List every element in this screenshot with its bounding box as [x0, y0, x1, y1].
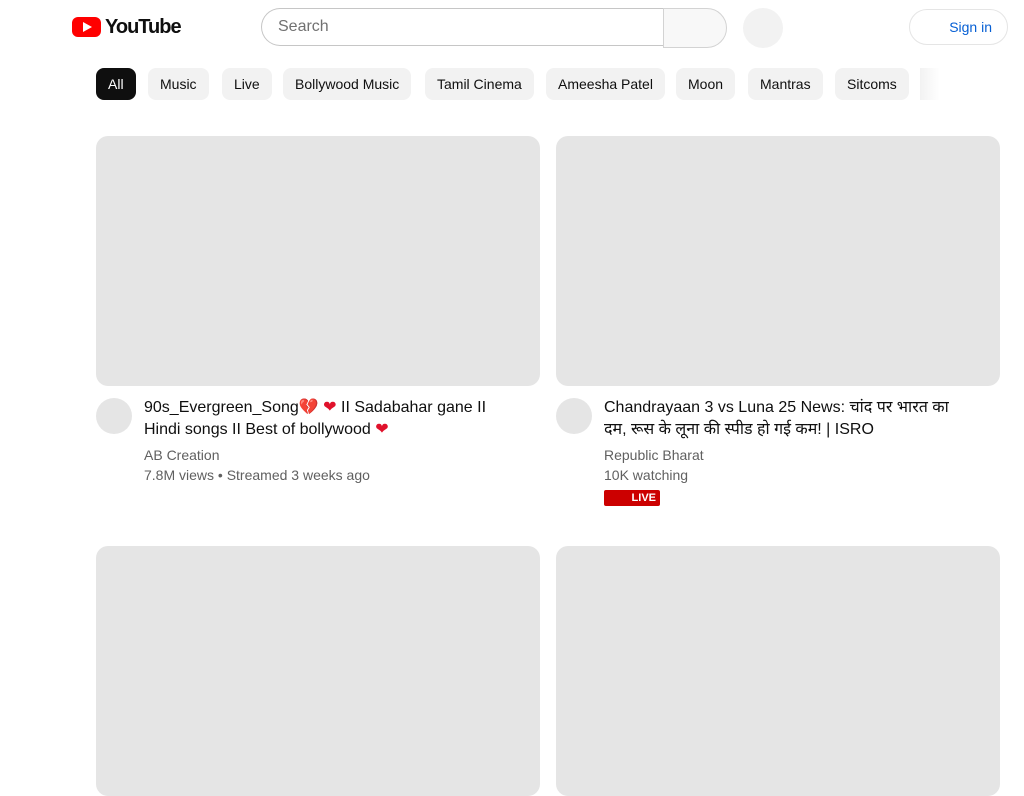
- sign-in-label: Sign in: [949, 19, 992, 35]
- video-thumbnail[interactable]: [96, 136, 540, 386]
- chip-bollywood-music[interactable]: Bollywood Music: [283, 68, 412, 100]
- video-title[interactable]: 90s_Evergreen_Song💔 ❤ II Sadabahar gane …: [144, 397, 504, 441]
- chip-all[interactable]: All: [96, 68, 136, 100]
- search-box[interactable]: [261, 8, 663, 46]
- chip-live[interactable]: Live: [222, 68, 272, 100]
- chip-tamil-cinema[interactable]: Tamil Cinema: [425, 68, 534, 100]
- channel-avatar[interactable]: [556, 398, 592, 434]
- live-badge: LIVE: [604, 490, 660, 506]
- video-stats: 10K watching: [604, 467, 689, 483]
- channel-name[interactable]: Republic Bharat: [604, 445, 704, 465]
- chip-moon[interactable]: Moon: [676, 68, 736, 100]
- video-stats: 7.8M views • Streamed 3 weeks ago: [144, 467, 370, 483]
- video-title[interactable]: Chandrayaan 3 vs Luna 25 News: चांद पर भ…: [604, 397, 974, 441]
- chip-music[interactable]: Music: [148, 68, 209, 100]
- heart-icon: ❤: [323, 399, 337, 416]
- youtube-logo[interactable]: YouTube: [72, 15, 182, 38]
- channel-avatar[interactable]: [96, 398, 132, 434]
- broken-heart-icon: 💔: [298, 399, 319, 416]
- sign-in-button[interactable]: Sign in: [909, 9, 1008, 45]
- search-button[interactable]: [663, 8, 727, 48]
- video-thumbnail[interactable]: [556, 136, 1000, 386]
- voice-search-button[interactable]: [743, 8, 783, 48]
- video-thumbnail[interactable]: [96, 546, 540, 796]
- title-text: Hindi songs II Best of bollywood: [144, 421, 376, 438]
- title-text: 90s_Evergreen_Song: [144, 399, 299, 416]
- logo-text: YouTube: [105, 15, 182, 38]
- chip-sitcoms[interactable]: Sitcoms: [835, 68, 909, 100]
- video-thumbnail[interactable]: [556, 546, 1000, 796]
- heart-icon: ❤: [375, 421, 389, 438]
- chip-mantras[interactable]: Mantras: [748, 68, 823, 100]
- title-text: II Sadabahar gane II: [336, 399, 487, 416]
- youtube-play-icon: [72, 17, 101, 37]
- chip-ameesha-patel[interactable]: Ameesha Patel: [546, 68, 665, 100]
- chip-scroll-fade: [920, 68, 980, 100]
- channel-name[interactable]: AB Creation: [144, 445, 219, 465]
- search-input[interactable]: [262, 9, 663, 45]
